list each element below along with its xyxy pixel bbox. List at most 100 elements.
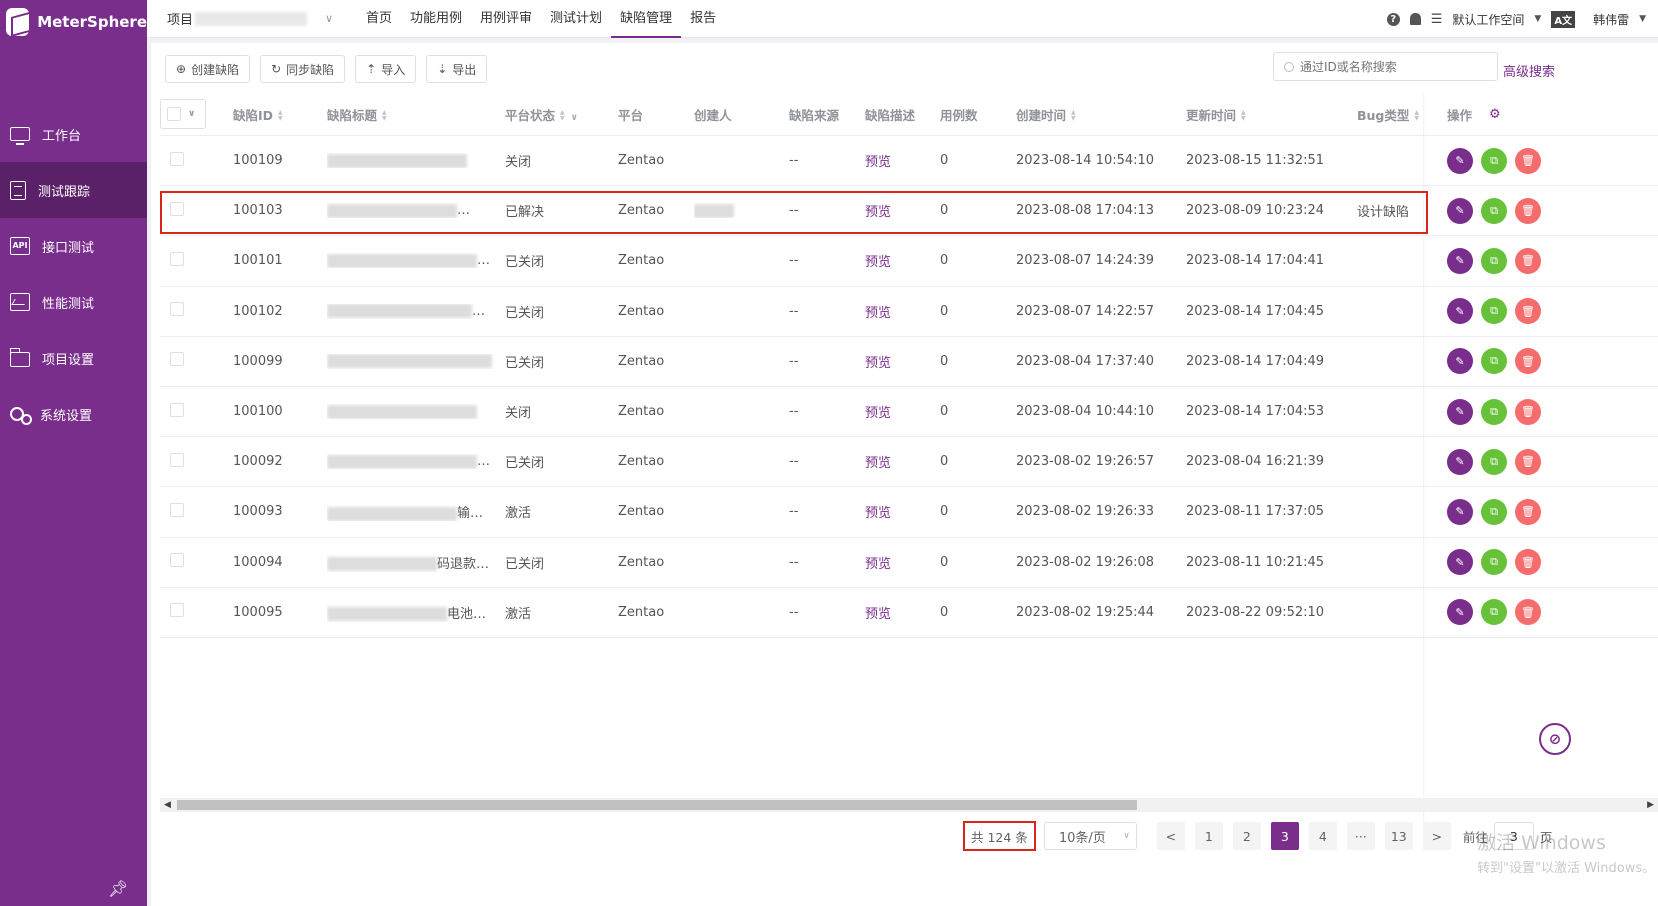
copy-button[interactable]: ⧉ (1481, 348, 1507, 375)
header-status[interactable]: 平台状态 ∨ (505, 105, 618, 124)
table-row[interactable]: 100101 … 已关闭 Zentao -- 预览 0 2023-08-07 14:24:39… (160, 236, 1658, 287)
copy-button[interactable]: ⧉ (1481, 398, 1507, 425)
tab-home[interactable]: 首页 (357, 0, 401, 38)
next-page-button[interactable]: > (1422, 822, 1451, 850)
compass-icon[interactable]: ⊘ (1539, 723, 1571, 755)
cell-title[interactable]: … (327, 454, 505, 469)
copy-button[interactable]: ⧉ (1481, 147, 1507, 174)
tab-test-cases[interactable]: 功能用例 (401, 0, 471, 38)
gear-icon[interactable]: ⚙ (1489, 107, 1501, 122)
header-title[interactable]: 缺陷标题 (327, 105, 505, 124)
preview-link[interactable]: 预览 (865, 553, 940, 572)
delete-button[interactable]: 🗑︎ (1515, 599, 1541, 626)
cell-title[interactable]: 电池… (327, 603, 505, 622)
select-all-checkbox[interactable] (167, 107, 181, 121)
cell-title[interactable] (327, 404, 505, 419)
preview-link[interactable]: 预览 (865, 452, 940, 471)
header-updated[interactable]: 更新时间 (1186, 105, 1357, 124)
table-row[interactable]: 100103 … 已解决 Zentao -- 预览 0 2023-08-08 17:04:13… (160, 186, 1658, 237)
row-checkbox[interactable] (170, 603, 184, 618)
edit-button[interactable]: ✎ (1447, 147, 1473, 174)
select-all-dropdown[interactable]: ∨ (160, 99, 206, 129)
sort-icon[interactable] (278, 110, 283, 122)
cell-title[interactable]: 码退款… (327, 553, 505, 572)
delete-button[interactable]: 🗑︎ (1515, 398, 1541, 425)
copy-button[interactable]: ⧉ (1481, 298, 1507, 325)
preview-link[interactable]: 预览 (865, 402, 940, 421)
bell-icon[interactable] (1409, 13, 1421, 25)
app-logo[interactable]: MeterSphere (0, 0, 147, 44)
sidebar-item-performance[interactable]: 性能测试 (0, 274, 147, 330)
table-row[interactable]: 100100 关闭 Zentao -- 预览 0 2023-08-04 10:44:10 20… (160, 387, 1658, 438)
workspace-selector[interactable]: 默认工作空间 (1452, 11, 1524, 28)
sync-issue-button[interactable]: ↻ 同步缺陷 (260, 55, 346, 83)
edit-button[interactable]: ✎ (1447, 398, 1473, 425)
copy-button[interactable]: ⧉ (1481, 247, 1507, 274)
user-menu[interactable]: 韩伟雷 (1593, 11, 1629, 28)
page-button-current[interactable]: 3 (1270, 822, 1299, 850)
table-row[interactable]: 100093 输… 激活 Zentao -- 预览 0 2023-08-02 19:26:33… (160, 487, 1658, 538)
delete-button[interactable]: 🗑︎ (1515, 549, 1541, 576)
help-icon[interactable]: ? (1386, 12, 1400, 26)
create-issue-button[interactable]: ⊕ 创建缺陷 (165, 55, 251, 83)
row-checkbox[interactable] (170, 402, 184, 417)
edit-button[interactable]: ✎ (1447, 448, 1473, 475)
sort-icon[interactable] (560, 110, 565, 122)
advanced-search-link[interactable]: 高级搜索 (1503, 61, 1555, 80)
sidebar-item-project-settings[interactable]: 项目设置 (0, 330, 147, 386)
table-row[interactable]: 100092 … 已关闭 Zentao -- 预览 0 2023-08-02 19:26:57… (160, 437, 1658, 488)
import-button[interactable]: ⇡ 导入 (355, 55, 417, 83)
page-button[interactable]: 1 (1194, 822, 1223, 850)
delete-button[interactable]: 🗑︎ (1515, 298, 1541, 325)
edit-button[interactable]: ✎ (1447, 197, 1473, 224)
preview-link[interactable]: 预览 (865, 151, 940, 170)
scroll-right-icon[interactable]: ▶ (1647, 798, 1654, 812)
horizontal-scrollbar[interactable]: ◀ ▶ (160, 798, 1658, 812)
row-checkbox[interactable] (170, 452, 184, 467)
cell-title[interactable]: … (327, 253, 505, 268)
page-button[interactable]: 2 (1232, 822, 1261, 850)
table-row[interactable]: 100102 … 已关闭 Zentao -- 预览 0 2023-08-07 14:22:57… (160, 287, 1658, 337)
preview-link[interactable]: 预览 (865, 502, 940, 521)
page-button[interactable]: 13 (1384, 822, 1413, 850)
prev-page-button[interactable]: < (1156, 822, 1185, 850)
tab-issue-management[interactable]: 缺陷管理 (611, 0, 682, 38)
page-button[interactable]: 4 (1308, 822, 1337, 850)
delete-button[interactable]: 🗑︎ (1515, 348, 1541, 375)
pin-icon[interactable]: 📌︎ (108, 879, 128, 898)
row-checkbox[interactable] (170, 352, 184, 367)
preview-link[interactable]: 预览 (865, 603, 940, 622)
delete-button[interactable]: 🗑︎ (1515, 498, 1541, 525)
project-selector[interactable]: 项目 ∨ (147, 9, 347, 28)
row-checkbox[interactable] (170, 553, 184, 568)
copy-button[interactable]: ⧉ (1481, 197, 1507, 224)
preview-link[interactable]: 预览 (865, 302, 940, 321)
sort-icon[interactable] (1241, 110, 1246, 122)
cell-title[interactable]: … (327, 203, 505, 218)
preview-link[interactable]: 预览 (865, 201, 940, 220)
sort-icon[interactable] (1414, 110, 1419, 122)
delete-button[interactable]: 🗑︎ (1515, 147, 1541, 174)
edit-button[interactable]: ✎ (1447, 298, 1473, 325)
sort-icon[interactable] (1071, 110, 1076, 122)
table-row[interactable]: 100094 码退款… 已关闭 Zentao -- 预览 0 2023-08-02 19:26… (160, 538, 1658, 588)
cell-title[interactable]: 输… (327, 502, 505, 521)
row-checkbox[interactable] (170, 502, 184, 517)
scrollbar-thumb[interactable] (177, 800, 1137, 810)
table-row[interactable]: 100099 已关闭 Zentao -- 预览 0 2023-08-04 17:37:40 2… (160, 337, 1658, 387)
language-icon[interactable]: A文 (1551, 10, 1576, 28)
table-row[interactable]: 100095 电池… 激活 Zentao -- 预览 0 2023-08-02 19:25:4… (160, 588, 1658, 638)
cell-title[interactable] (327, 354, 505, 369)
preview-link[interactable]: 预览 (865, 352, 940, 371)
more-pages-button[interactable]: ··· (1346, 822, 1375, 850)
page-size-select[interactable]: 10条/页 ∨ (1043, 822, 1137, 850)
copy-button[interactable]: ⧉ (1481, 498, 1507, 525)
edit-button[interactable]: ✎ (1447, 247, 1473, 274)
export-button[interactable]: ⇣ 导出 (426, 55, 488, 83)
row-checkbox[interactable] (170, 201, 184, 216)
tab-case-review[interactable]: 用例评审 (471, 0, 541, 38)
copy-button[interactable]: ⧉ (1481, 448, 1507, 475)
search-input[interactable] (1300, 59, 1480, 74)
copy-button[interactable]: ⧉ (1481, 599, 1507, 626)
header-id[interactable]: 缺陷ID (233, 105, 327, 124)
